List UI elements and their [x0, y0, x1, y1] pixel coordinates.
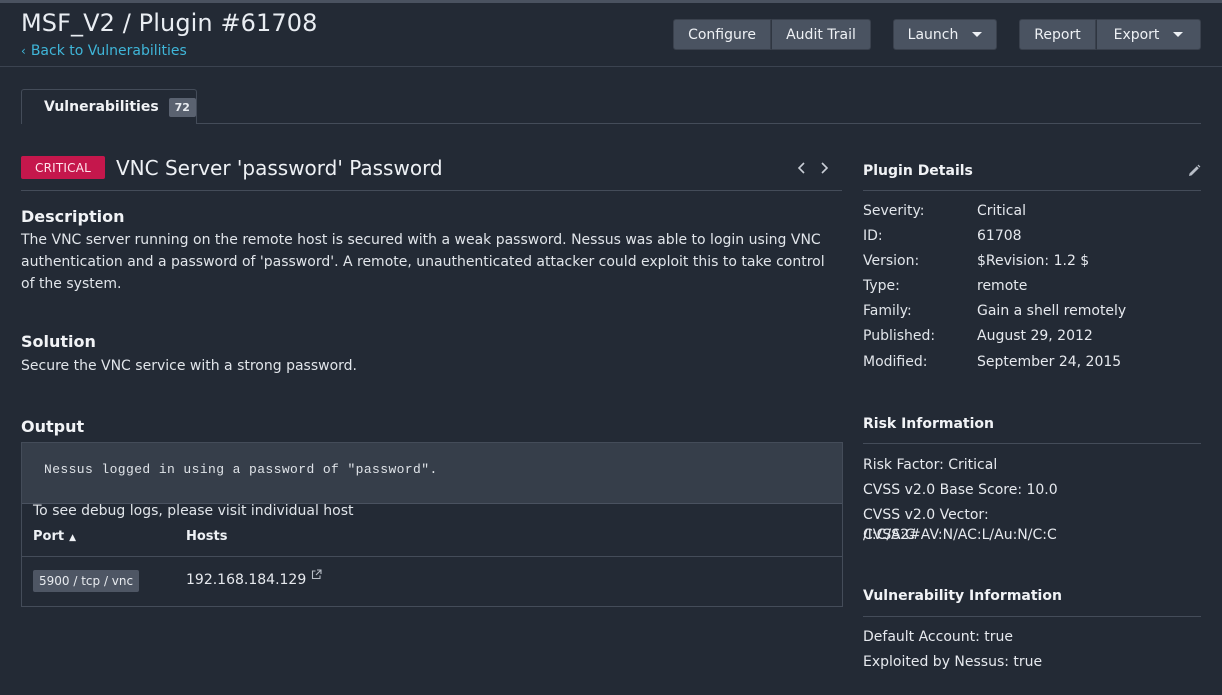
output-text: Nessus logged in using a password of "pa…	[44, 462, 438, 477]
vulnerability-nav	[796, 160, 830, 176]
top-border	[0, 0, 1222, 3]
title-divider	[21, 190, 842, 191]
output-code-block: Nessus logged in using a password of "pa…	[22, 443, 842, 504]
output-heading: Output	[21, 417, 85, 436]
plugin-details-divider	[863, 190, 1201, 191]
tab-count-badge: 72	[168, 97, 196, 117]
launch-button[interactable]: Launch	[893, 19, 997, 50]
detail-key-id: ID:	[863, 228, 883, 244]
previous-vulnerability-icon[interactable]	[796, 160, 807, 176]
caret-down-icon	[1173, 32, 1184, 37]
report-export-group: Report Export	[1019, 19, 1201, 50]
export-label: Export	[1113, 26, 1160, 43]
detail-value-id: 61708	[977, 228, 1022, 244]
page-title: MSF_V2 / Plugin #61708	[21, 9, 318, 37]
hosts-column-header[interactable]: Hosts	[186, 529, 228, 544]
detail-key-type: Type:	[863, 278, 900, 294]
detail-key-modified: Modified:	[863, 354, 928, 370]
port-header-label: Port	[33, 529, 65, 544]
chevron-left-icon: ‹	[21, 44, 26, 58]
severity-badge: CRITICAL	[21, 156, 105, 179]
vulnerability-information-divider	[863, 616, 1201, 617]
port-chip: 5900 / tcp / vnc	[33, 570, 140, 592]
detail-value-family: Gain a shell remotely	[977, 303, 1127, 319]
detail-value-modified: September 24, 2015	[977, 354, 1122, 370]
pencil-icon[interactable]	[1187, 164, 1201, 178]
report-button[interactable]: Report	[1019, 19, 1096, 50]
risk-information-divider	[863, 443, 1201, 444]
export-button[interactable]: Export	[1096, 19, 1201, 50]
default-account: Default Account: true	[863, 629, 1014, 645]
back-to-vulnerabilities-link[interactable]: ‹ Back to Vulnerabilities	[21, 43, 187, 59]
detail-value-version: $Revision: 1.2 $	[977, 253, 1090, 269]
tab-divider	[21, 123, 1201, 124]
solution-heading: Solution	[21, 332, 96, 351]
port-column-header[interactable]: Port ▲	[33, 529, 76, 544]
tab-label: Vulnerabilities	[44, 99, 159, 115]
next-vulnerability-icon[interactable]	[819, 160, 830, 176]
debug-logs-note: To see debug logs, please visit individu…	[33, 503, 354, 519]
caret-down-icon	[972, 32, 983, 37]
detail-value-severity: Critical	[977, 203, 1026, 219]
detail-value-published: August 29, 2012	[977, 328, 1093, 344]
table-header-divider	[22, 556, 842, 557]
risk-factor: Risk Factor: Critical	[863, 457, 998, 473]
launch-group: Launch	[893, 19, 997, 50]
header-divider	[0, 66, 1222, 67]
solution-text: Secure the VNC service with a strong pas…	[21, 358, 357, 374]
external-link-icon[interactable]	[311, 569, 322, 580]
detail-key-family: Family:	[863, 303, 912, 319]
host-link[interactable]: 192.168.184.129	[186, 572, 306, 588]
detail-key-severity: Severity:	[863, 203, 925, 219]
vulnerability-information-heading: Vulnerability Information	[863, 588, 1062, 604]
configure-button[interactable]: Configure	[673, 19, 771, 50]
launch-label: Launch	[907, 26, 959, 43]
description-text: The VNC server running on the remote hos…	[21, 232, 825, 292]
tab-vulnerabilities[interactable]: Vulnerabilities 72	[21, 89, 197, 124]
back-link-label: Back to Vulnerabilities	[30, 43, 187, 59]
risk-information-heading: Risk Information	[863, 416, 994, 432]
detail-value-type: remote	[977, 278, 1028, 294]
audit-trail-button[interactable]: Audit Trail	[771, 19, 871, 50]
plugin-details-heading: Plugin Details	[863, 163, 973, 179]
configure-audit-group: Configure Audit Trail	[673, 19, 871, 50]
cvss-vector-line-2: /I:C/A:C	[863, 527, 915, 543]
description-heading: Description	[21, 207, 125, 226]
sort-ascending-icon: ▲	[69, 533, 77, 543]
cvss-base-score: CVSS v2.0 Base Score: 10.0	[863, 482, 1058, 498]
vulnerability-title: VNC Server 'password' Password	[116, 156, 443, 180]
detail-key-published: Published:	[863, 328, 936, 344]
detail-key-version: Version:	[863, 253, 920, 269]
exploited-by-nessus: Exploited by Nessus: true	[863, 654, 1043, 670]
